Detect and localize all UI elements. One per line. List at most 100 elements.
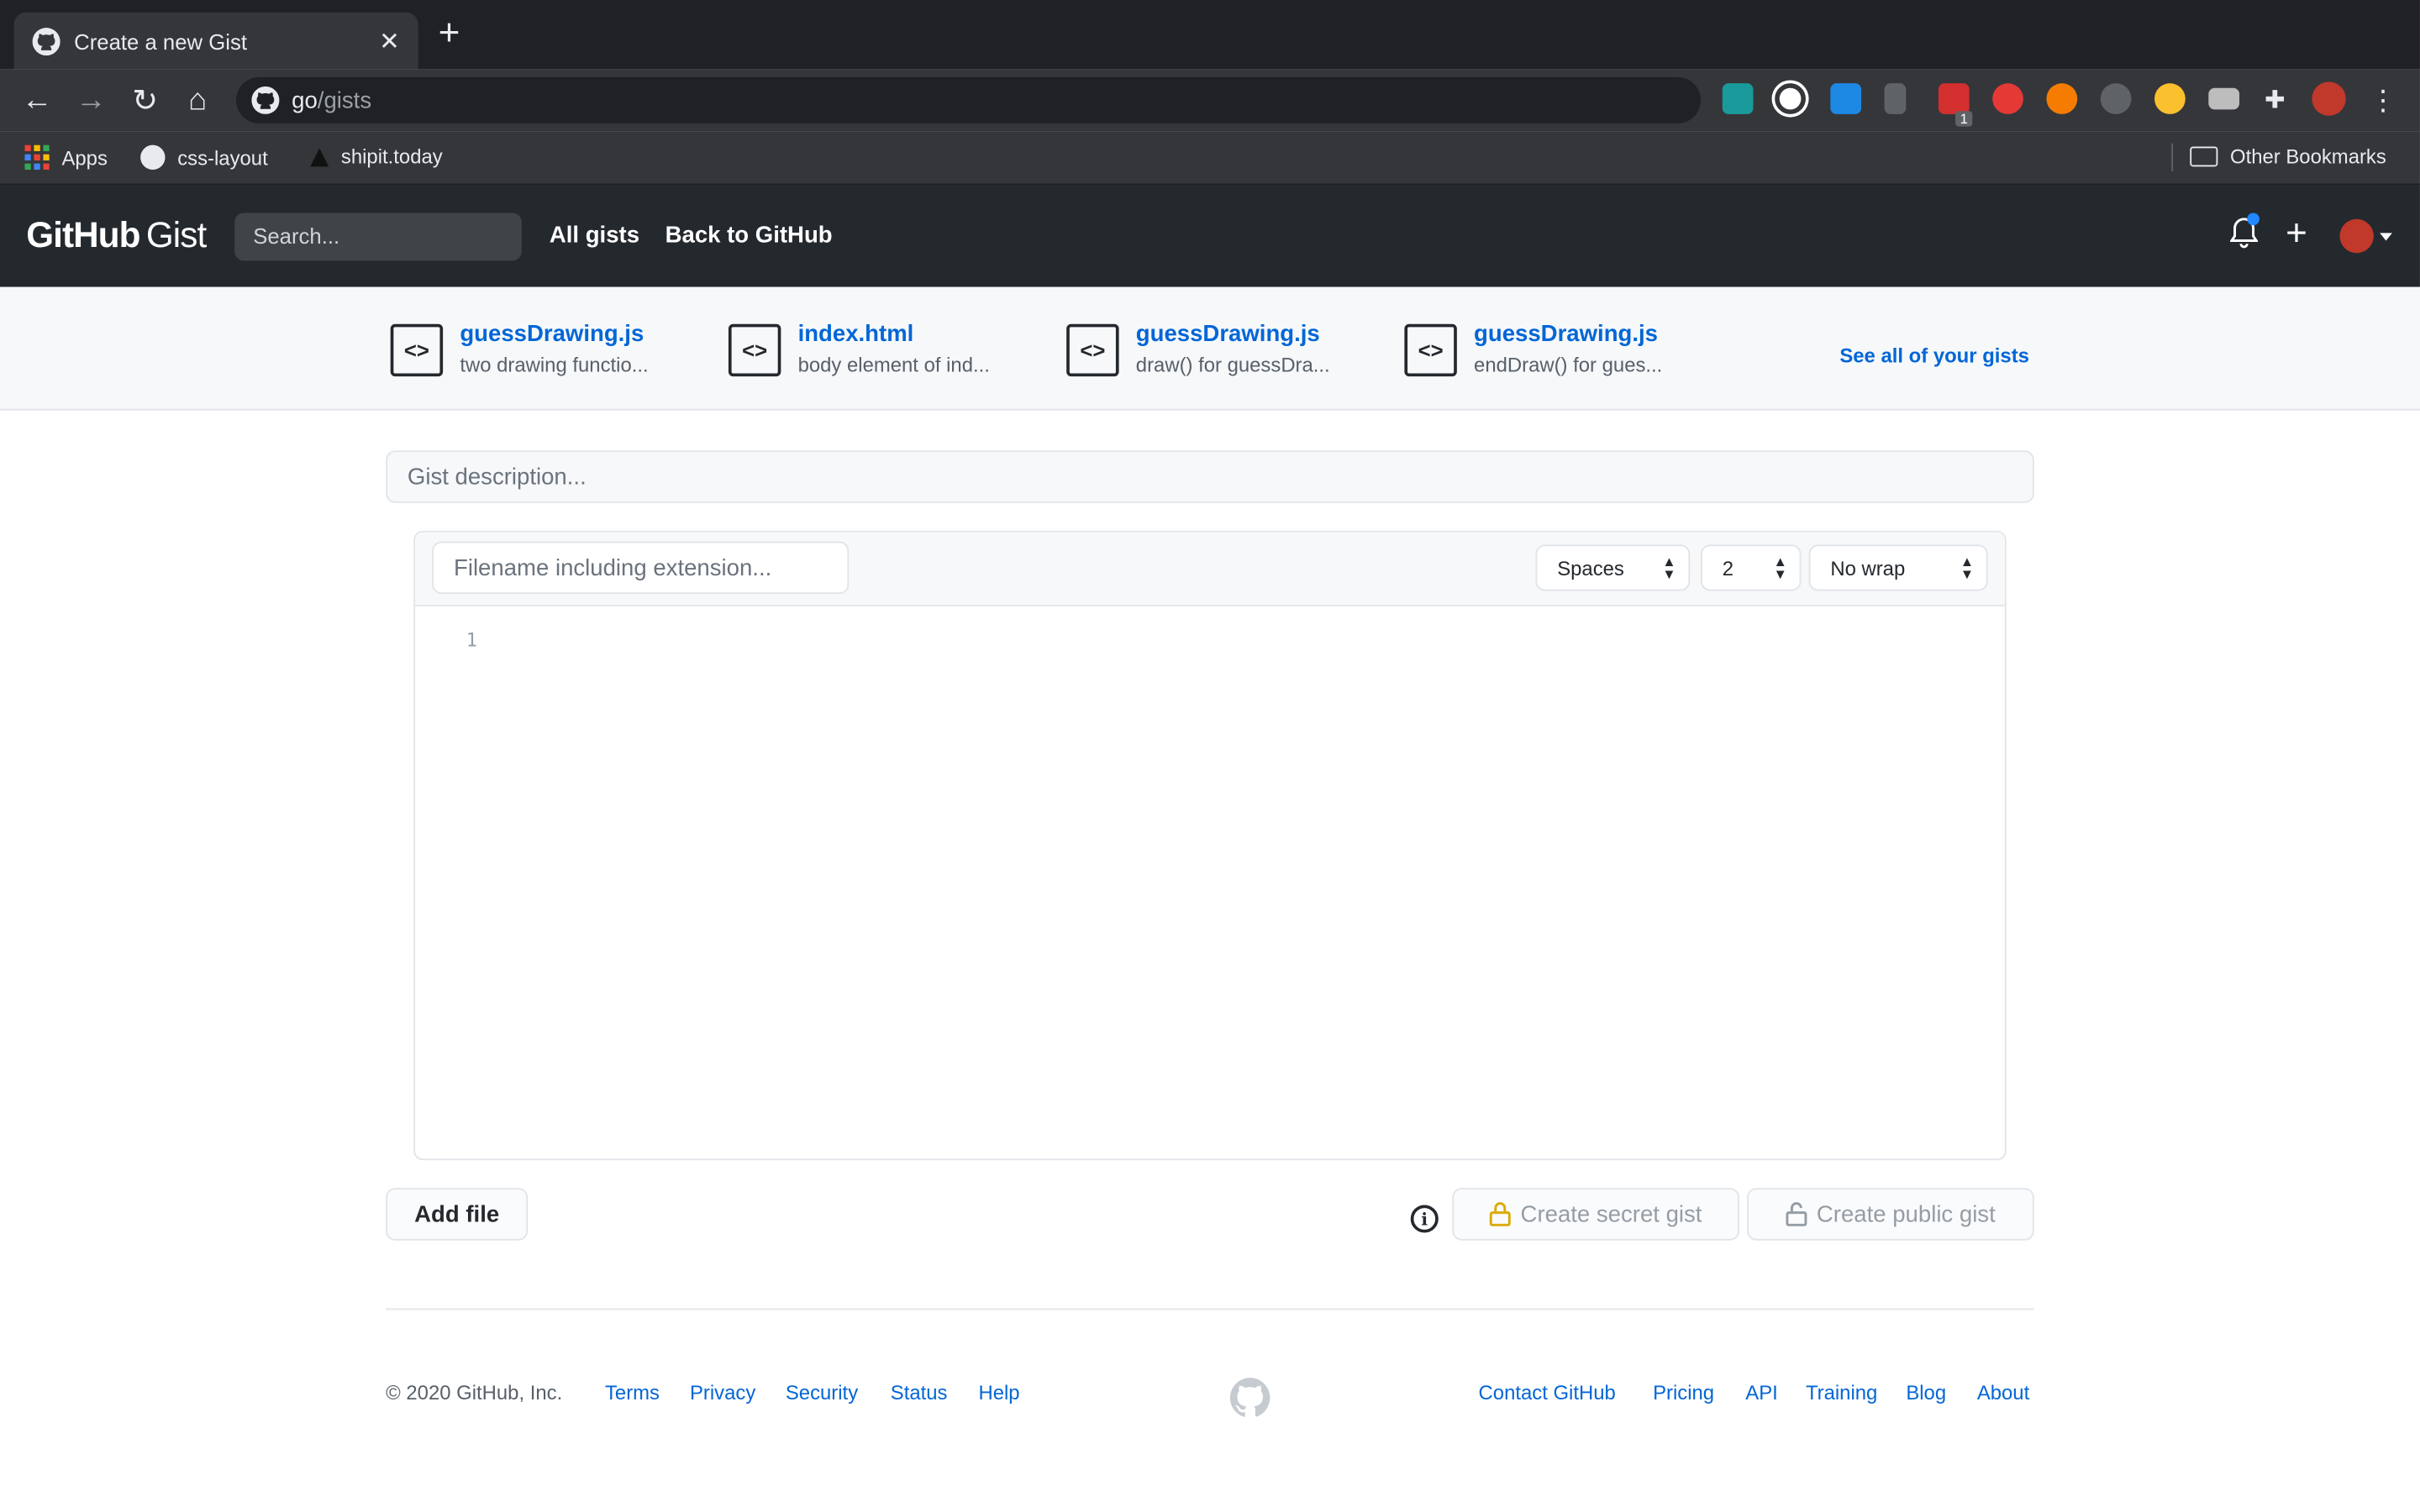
indent-mode-select[interactable]: Spaces ▲ ▼ [1535, 544, 1691, 591]
indent-size-select[interactable]: 2 ▲ ▼ [1701, 544, 1802, 591]
folder-icon [2190, 146, 2218, 167]
puzzle-extensions-icon[interactable]: ✚ [2256, 81, 2293, 118]
wrap-mode-select[interactable]: No wrap ▲ ▼ [1808, 544, 1988, 591]
dark-mode-moon-icon[interactable] [2100, 83, 2132, 114]
see-all-gists-link[interactable]: See all of your gists [1839, 344, 2029, 368]
footer-link-security[interactable]: Security [786, 1381, 858, 1404]
recent-gist-desc: body element of ind... [797, 353, 990, 377]
recent-gist-name[interactable]: guessDrawing.js [1474, 321, 1662, 347]
adblock-extension-icon[interactable] [1992, 83, 2023, 114]
footer-link-help[interactable]: Help [978, 1381, 1019, 1404]
select-arrows-icon: ▲ ▼ [1662, 554, 1676, 582]
footer-link-about[interactable]: About [1977, 1381, 2029, 1404]
create-secret-label: Create secret gist [1520, 1200, 1702, 1228]
gist-description-input[interactable]: Gist description... [386, 450, 2034, 503]
footer-link-text[interactable]: About [1977, 1381, 2029, 1404]
recent-gists-bar: <> guessDrawing.js two drawing functio...… [0, 286, 2420, 411]
github-site-icon [251, 86, 280, 114]
footer-link-text[interactable]: API [1745, 1381, 1778, 1404]
github-octocat-icon[interactable] [1229, 1378, 1270, 1418]
create-secret-gist-button[interactable]: Create secret gist [1452, 1188, 1739, 1241]
other-bookmarks-label: Other Bookmarks [2230, 144, 2386, 169]
wrap-mode-value: No wrap [1830, 557, 1906, 580]
browser-tabstrip: Create a new Gist ✕ + [0, 0, 2420, 70]
footer-link-pricing[interactable]: Pricing [1653, 1381, 1714, 1404]
recent-gist-item[interactable]: <> guessDrawing.js draw() for guessDra... [1066, 321, 1330, 377]
info-icon[interactable]: i [1410, 1205, 1439, 1233]
footer-link-text[interactable]: Status [891, 1381, 948, 1404]
footer-copyright: © 2020 GitHub, Inc. [386, 1380, 563, 1404]
bookmark-css-layout[interactable]: css-layout [140, 144, 268, 171]
recent-gist-name[interactable]: index.html [798, 321, 990, 347]
extension-badge: 1 [1955, 111, 1973, 127]
tab-title: Create a new Gist [74, 28, 247, 54]
address-bar[interactable]: go/gists [236, 76, 1702, 123]
home-icon[interactable]: ⌂ [179, 81, 216, 118]
browser-toolbar: ← → ↻ ⌂ go/gists 1 ✚ ⋮ [0, 69, 2420, 132]
recent-gist-item[interactable]: <> guessDrawing.js endDraw() for gues... [1404, 321, 1662, 377]
add-file-button[interactable]: Add file [386, 1188, 529, 1241]
search-input[interactable]: Search... [234, 213, 522, 261]
footer-link-text[interactable]: Contact GitHub [1479, 1381, 1616, 1404]
footer-link-terms[interactable]: Terms [605, 1381, 660, 1404]
footer-link-contact[interactable]: Contact GitHub [1479, 1381, 1616, 1404]
code-file-icon: <> [1066, 323, 1119, 377]
select-arrows-icon: ▲ ▼ [1960, 554, 1975, 582]
unlock-icon [1786, 1202, 1807, 1226]
code-file-icon: <> [390, 323, 444, 377]
footer-link-training[interactable]: Training [1806, 1381, 1877, 1404]
extension-icon[interactable] [1938, 83, 1970, 114]
forward-arrow-icon[interactable]: → [72, 81, 109, 118]
recent-gist-name[interactable]: guessDrawing.js [1136, 321, 1330, 347]
profile-avatar[interactable] [2312, 81, 2346, 116]
footer-link-text[interactable]: Blog [1906, 1381, 1946, 1404]
gist-header: GitHub Gist Search... All gists Back to G… [0, 185, 2420, 287]
extension-icon[interactable] [1884, 83, 1907, 114]
recent-gist-desc: two drawing functio... [460, 353, 649, 377]
bookmark-apps[interactable]: Apps [24, 144, 108, 171]
back-arrow-icon[interactable]: ← [18, 81, 55, 118]
nav-all-gists[interactable]: All gists [550, 222, 639, 248]
footer-link-api[interactable]: API [1745, 1381, 1778, 1404]
code-editor-area[interactable] [492, 619, 2005, 1159]
create-public-gist-button[interactable]: Create public gist [1747, 1188, 2034, 1241]
footer-link-text[interactable]: Security [786, 1381, 858, 1404]
saml-extension-icon[interactable] [1830, 83, 1862, 114]
extension-icon[interactable] [1775, 83, 1806, 114]
footer-link-text[interactable]: Help [978, 1381, 1019, 1404]
footer-link-status[interactable]: Status [891, 1381, 948, 1404]
editor-header: Filename including extension... Spaces ▲… [415, 532, 2005, 606]
create-plus-icon[interactable]: + [2286, 213, 2307, 255]
footer-link-privacy[interactable]: Privacy [690, 1381, 755, 1404]
reload-icon[interactable]: ↻ [127, 81, 164, 118]
extension-icon[interactable] [2208, 87, 2240, 110]
lock-icon [1490, 1202, 1512, 1226]
footer-link-blog[interactable]: Blog [1906, 1381, 1946, 1404]
create-public-label: Create public gist [1816, 1200, 1996, 1228]
thumbs-up-extension-icon[interactable] [2154, 83, 2186, 114]
extension-icon[interactable] [2046, 83, 2078, 114]
browser-menu-icon[interactable]: ⋮ [2365, 81, 2402, 118]
user-avatar[interactable] [2339, 218, 2374, 254]
caret-down-icon[interactable] [2380, 233, 2392, 241]
bookmark-shipit[interactable]: shipit.today [310, 145, 443, 168]
github-gist-logo[interactable]: GitHub Gist [26, 214, 207, 256]
other-bookmarks[interactable]: Other Bookmarks [2190, 144, 2386, 169]
footer-link-text[interactable]: Pricing [1653, 1381, 1714, 1404]
footer-link-text[interactable]: Terms [605, 1381, 660, 1404]
recent-gist-name[interactable]: guessDrawing.js [460, 321, 648, 347]
footer-link-text[interactable]: Privacy [690, 1381, 755, 1404]
github-favicon-icon [32, 27, 60, 55]
extension-icon[interactable] [1722, 83, 1754, 114]
recent-gist-item[interactable]: <> guessDrawing.js two drawing functio... [390, 321, 649, 377]
logo-github: GitHub [26, 214, 140, 255]
footer-link-text[interactable]: Training [1806, 1381, 1877, 1404]
browser-tab[interactable]: Create a new Gist ✕ [13, 12, 418, 70]
recent-gist-item[interactable]: <> index.html body element of ind... [728, 321, 990, 377]
nav-back-to-github[interactable]: Back to GitHub [666, 222, 833, 248]
url-host: go [292, 87, 318, 113]
filename-input[interactable]: Filename including extension... [432, 541, 850, 595]
file-editor: Filename including extension... Spaces ▲… [413, 530, 2007, 1161]
tab-close-icon[interactable]: ✕ [379, 26, 400, 57]
new-tab-icon[interactable]: + [439, 14, 460, 51]
